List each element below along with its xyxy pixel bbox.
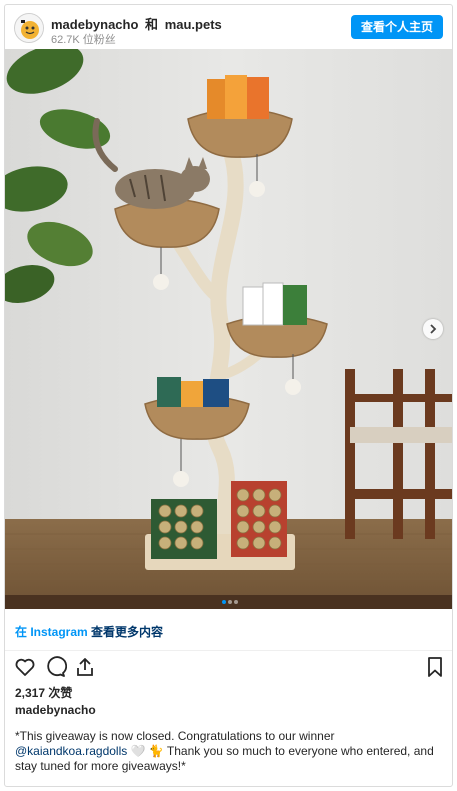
- next-image-button[interactable]: [423, 319, 443, 339]
- save-button[interactable]: [423, 655, 447, 679]
- view-more-prefix: 在 Instagram: [15, 625, 88, 639]
- carousel-dot-2: [227, 600, 232, 604]
- view-profile-button[interactable]: 查看个人主页: [350, 15, 443, 39]
- caption-mention[interactable]: @kaiandkoa.ragdolls: [15, 744, 127, 758]
- view-more-link[interactable]: 在 Instagram 查看更多内容: [15, 623, 163, 640]
- comment-icon: [47, 656, 68, 677]
- view-more-suffix: 查看更多内容: [87, 625, 164, 639]
- cat-tree-photo: [5, 49, 452, 609]
- caption-text: *This giveaway is now closed. Congratula…: [15, 729, 443, 774]
- carousel-dot-3: [233, 600, 238, 604]
- share-icon: [77, 658, 93, 676]
- action-bar: [5, 651, 452, 683]
- heart-icon: [15, 658, 35, 676]
- comment-button[interactable]: [43, 655, 68, 679]
- post-image[interactable]: [5, 49, 452, 609]
- account-link-1[interactable]: madebynacho: [51, 17, 138, 32]
- view-more-bar: 在 Instagram 查看更多内容: [5, 609, 452, 651]
- like-count[interactable]: 2,317 次赞: [15, 684, 72, 701]
- carousel-dot-1: [221, 600, 226, 604]
- instagram-embed-card: madebynacho 和 mau.pets 62.7K 位粉丝 查看个人主页: [4, 4, 453, 787]
- account-link-2[interactable]: mau.pets: [165, 17, 222, 32]
- caption-line-1: *This giveaway is now closed. Congratula…: [15, 729, 335, 743]
- account-separator: 和: [145, 17, 159, 32]
- like-button[interactable]: [13, 655, 37, 679]
- carousel-indicator: [5, 591, 452, 609]
- follower-count: 62.7K 位粉丝: [51, 34, 116, 46]
- chevron-right-icon: [430, 324, 437, 334]
- avatar[interactable]: [14, 13, 44, 43]
- share-button[interactable]: [73, 655, 97, 679]
- bookmark-icon: [428, 657, 442, 677]
- caption-owner[interactable]: madebynacho: [15, 703, 96, 717]
- post-header: madebynacho 和 mau.pets 62.7K 位粉丝 查看个人主页: [5, 5, 452, 49]
